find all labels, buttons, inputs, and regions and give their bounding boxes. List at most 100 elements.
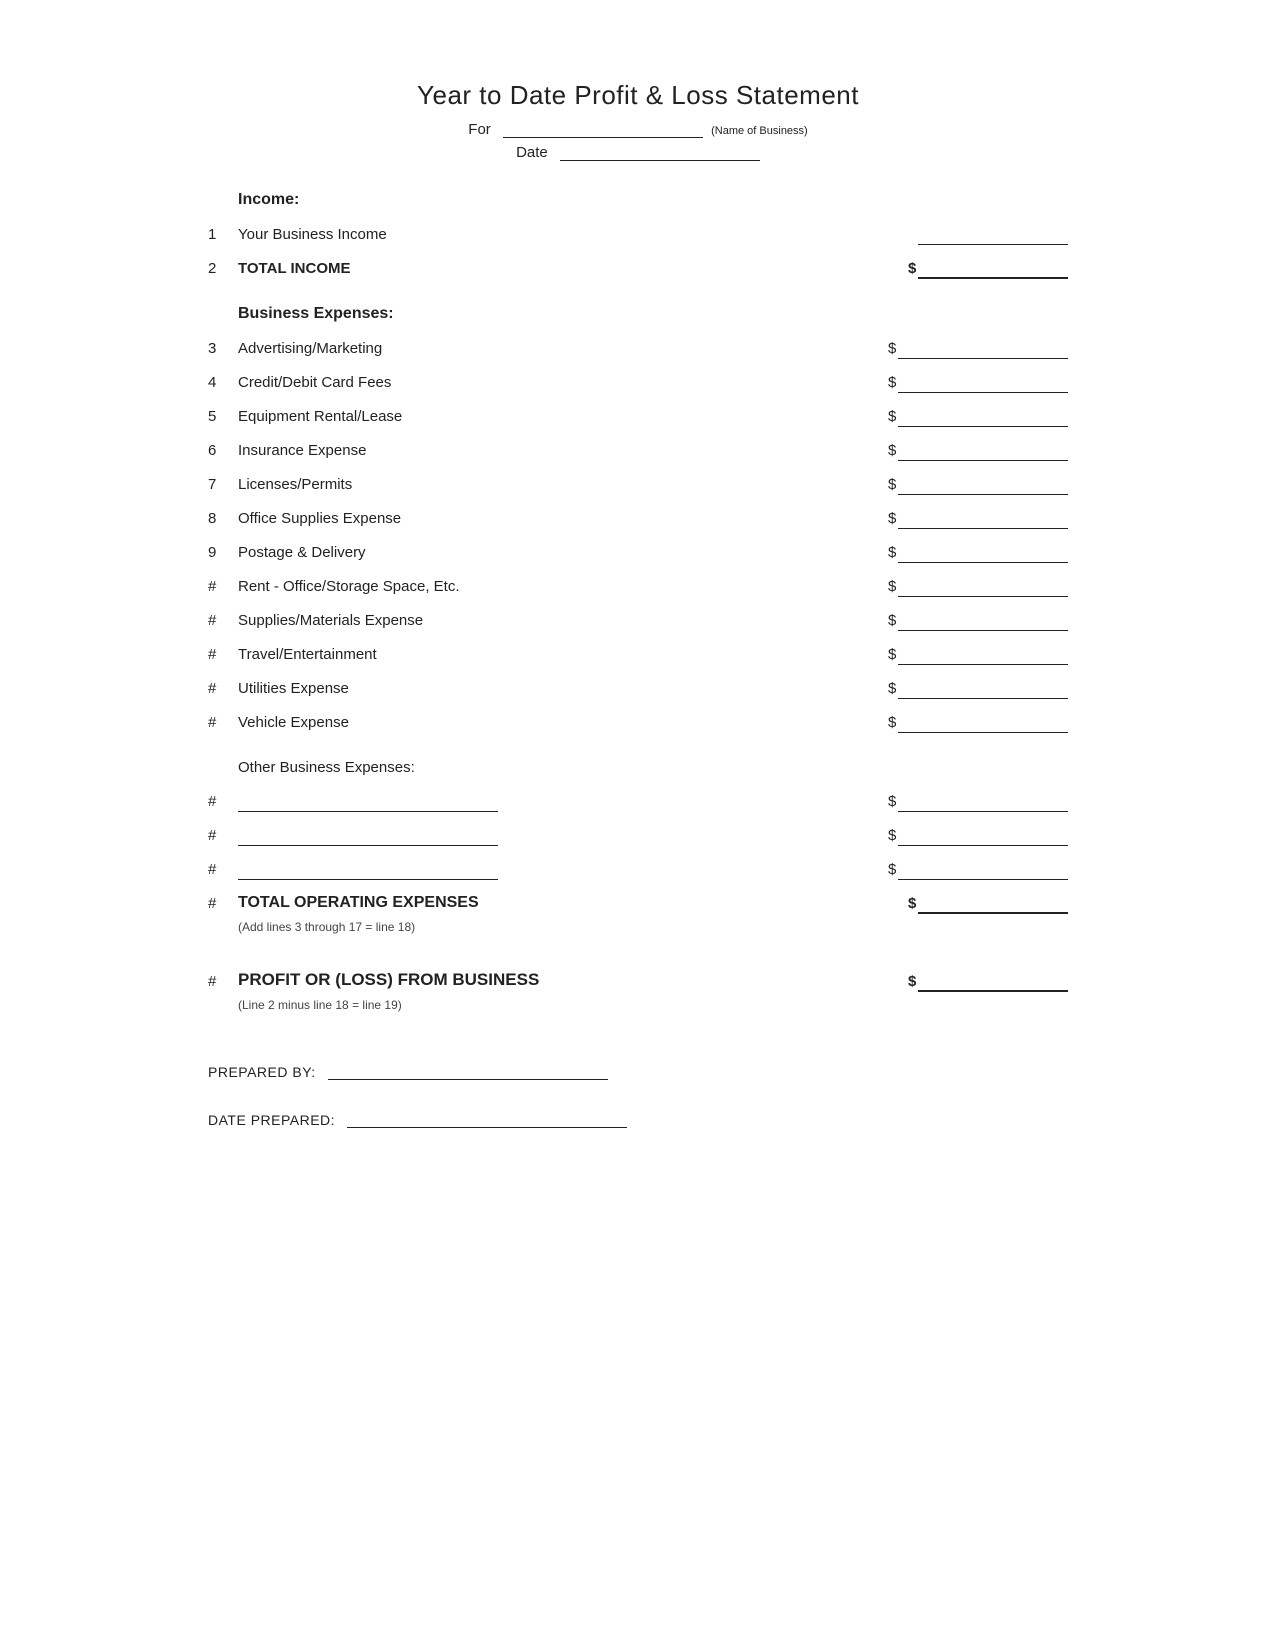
other-label-field-2[interactable] bbox=[238, 828, 498, 846]
line-num-12: # bbox=[208, 646, 238, 665]
total-income-col: $ bbox=[908, 260, 1068, 279]
expense-label-4: Credit/Debit Card Fees bbox=[238, 374, 888, 393]
expense-input-14[interactable] bbox=[898, 715, 1068, 733]
line-num-6: 6 bbox=[208, 442, 238, 461]
expense-amount-7: $ bbox=[888, 476, 1068, 495]
expense-amount-9: $ bbox=[888, 544, 1068, 563]
other-label-input-3 bbox=[238, 862, 888, 880]
income-header: Income: bbox=[238, 191, 1068, 209]
income-line-1: 1 Your Business Income bbox=[208, 217, 1068, 245]
other-label-input-2 bbox=[238, 828, 888, 846]
expense-input-12[interactable] bbox=[898, 647, 1068, 665]
profit-loss-num: # bbox=[208, 973, 238, 992]
expense-input-13[interactable] bbox=[898, 681, 1068, 699]
other-label-field-3[interactable] bbox=[238, 862, 498, 880]
line-num-7: 7 bbox=[208, 476, 238, 495]
expense-input-9[interactable] bbox=[898, 545, 1068, 563]
income-line-2: 2 TOTAL INCOME $ bbox=[208, 251, 1068, 279]
expense-label-9: Postage & Delivery bbox=[238, 544, 888, 563]
total-operating-col: $ bbox=[908, 895, 1068, 914]
expense-label-12: Travel/Entertainment bbox=[238, 646, 888, 665]
total-operating-input[interactable] bbox=[918, 896, 1068, 914]
other-expense-line-1: # $ bbox=[208, 784, 1068, 812]
expense-line-14: # Vehicle Expense $ bbox=[208, 705, 1068, 733]
dollar-4: $ bbox=[888, 374, 896, 393]
expense-input-8[interactable] bbox=[898, 511, 1068, 529]
other-label-field-1[interactable] bbox=[238, 794, 498, 812]
expense-input-6[interactable] bbox=[898, 443, 1068, 461]
date-prepared-input[interactable] bbox=[347, 1110, 627, 1128]
expense-label-8: Office Supplies Expense bbox=[238, 510, 888, 529]
line-num-14: # bbox=[208, 714, 238, 733]
profit-loss-row: # PROFIT OR (LOSS) FROM BUSINESS $ bbox=[208, 964, 1068, 992]
expense-label-3: Advertising/Marketing bbox=[238, 340, 888, 359]
expense-input-7[interactable] bbox=[898, 477, 1068, 495]
dollar-10: $ bbox=[888, 578, 896, 597]
line-num-5: 5 bbox=[208, 408, 238, 427]
income-label-2: TOTAL INCOME bbox=[238, 260, 908, 279]
date-label: Date bbox=[516, 144, 548, 161]
dollar-14: $ bbox=[888, 714, 896, 733]
other-line-num-2: # bbox=[208, 827, 238, 846]
date-prepared-label: DATE PREPARED: bbox=[208, 1112, 335, 1128]
total-income-input[interactable] bbox=[918, 261, 1068, 279]
total-operating-note: (Add lines 3 through 17 = line 18) bbox=[238, 920, 1068, 934]
expense-line-13: # Utilities Expense $ bbox=[208, 671, 1068, 699]
income-label-1: Your Business Income bbox=[238, 226, 918, 245]
expense-line-6: 6 Insurance Expense $ bbox=[208, 433, 1068, 461]
profit-loss-col: $ bbox=[908, 973, 1068, 992]
prepared-by-row: PREPARED BY: bbox=[208, 1062, 1068, 1080]
date-line: Date bbox=[208, 144, 1068, 161]
business-name-input[interactable] bbox=[503, 137, 703, 138]
line-num-10: # bbox=[208, 578, 238, 597]
other-amount-1: $ bbox=[888, 793, 1068, 812]
expense-label-13: Utilities Expense bbox=[238, 680, 888, 699]
other-input-2[interactable] bbox=[898, 828, 1068, 846]
profit-loss-input[interactable] bbox=[918, 974, 1068, 992]
expense-label-5: Equipment Rental/Lease bbox=[238, 408, 888, 427]
expense-input-10[interactable] bbox=[898, 579, 1068, 597]
expense-line-8: 8 Office Supplies Expense $ bbox=[208, 501, 1068, 529]
expense-label-7: Licenses/Permits bbox=[238, 476, 888, 495]
expense-amount-3: $ bbox=[888, 340, 1068, 359]
dollar-7: $ bbox=[888, 476, 896, 495]
expense-amount-13: $ bbox=[888, 680, 1068, 699]
expense-input-3[interactable] bbox=[898, 341, 1068, 359]
expense-amount-5: $ bbox=[888, 408, 1068, 427]
expense-line-5: 5 Equipment Rental/Lease $ bbox=[208, 399, 1068, 427]
other-line-num-3: # bbox=[208, 861, 238, 880]
expense-label-14: Vehicle Expense bbox=[238, 714, 888, 733]
prepared-by-label: PREPARED BY: bbox=[208, 1064, 316, 1080]
other-line-num-1: # bbox=[208, 793, 238, 812]
expense-line-4: 4 Credit/Debit Card Fees $ bbox=[208, 365, 1068, 393]
profit-loss-note: (Line 2 minus line 18 = line 19) bbox=[238, 998, 1068, 1012]
expense-amount-4: $ bbox=[888, 374, 1068, 393]
page-title: Year to Date Profit & Loss Statement bbox=[208, 80, 1068, 111]
dollar-13: $ bbox=[888, 680, 896, 699]
other-amount-3: $ bbox=[888, 861, 1068, 880]
dollar-3: $ bbox=[888, 340, 896, 359]
expense-input-4[interactable] bbox=[898, 375, 1068, 393]
date-input[interactable] bbox=[560, 160, 760, 161]
dollar-12: $ bbox=[888, 646, 896, 665]
line-num-13: # bbox=[208, 680, 238, 699]
prepared-section: PREPARED BY: DATE PREPARED: bbox=[208, 1062, 1068, 1128]
total-operating-label: TOTAL OPERATING EXPENSES bbox=[238, 894, 908, 914]
other-label-input-1 bbox=[238, 794, 888, 812]
page: Year to Date Profit & Loss Statement For… bbox=[208, 80, 1068, 1571]
expense-amount-12: $ bbox=[888, 646, 1068, 665]
expense-input-11[interactable] bbox=[898, 613, 1068, 631]
other-input-1[interactable] bbox=[898, 794, 1068, 812]
expense-amount-14: $ bbox=[888, 714, 1068, 733]
dollar-5: $ bbox=[888, 408, 896, 427]
prepared-by-input[interactable] bbox=[328, 1062, 608, 1080]
other-amount-2: $ bbox=[888, 827, 1068, 846]
expense-line-11: # Supplies/Materials Expense $ bbox=[208, 603, 1068, 631]
date-prepared-row: DATE PREPARED: bbox=[208, 1110, 1068, 1128]
for-label: For bbox=[468, 121, 491, 138]
other-input-3[interactable] bbox=[898, 862, 1068, 880]
for-line: For (Name of Business) bbox=[208, 121, 1068, 138]
income-1-amount[interactable] bbox=[918, 227, 1068, 245]
expense-line-10: # Rent - Office/Storage Space, Etc. $ bbox=[208, 569, 1068, 597]
expense-input-5[interactable] bbox=[898, 409, 1068, 427]
